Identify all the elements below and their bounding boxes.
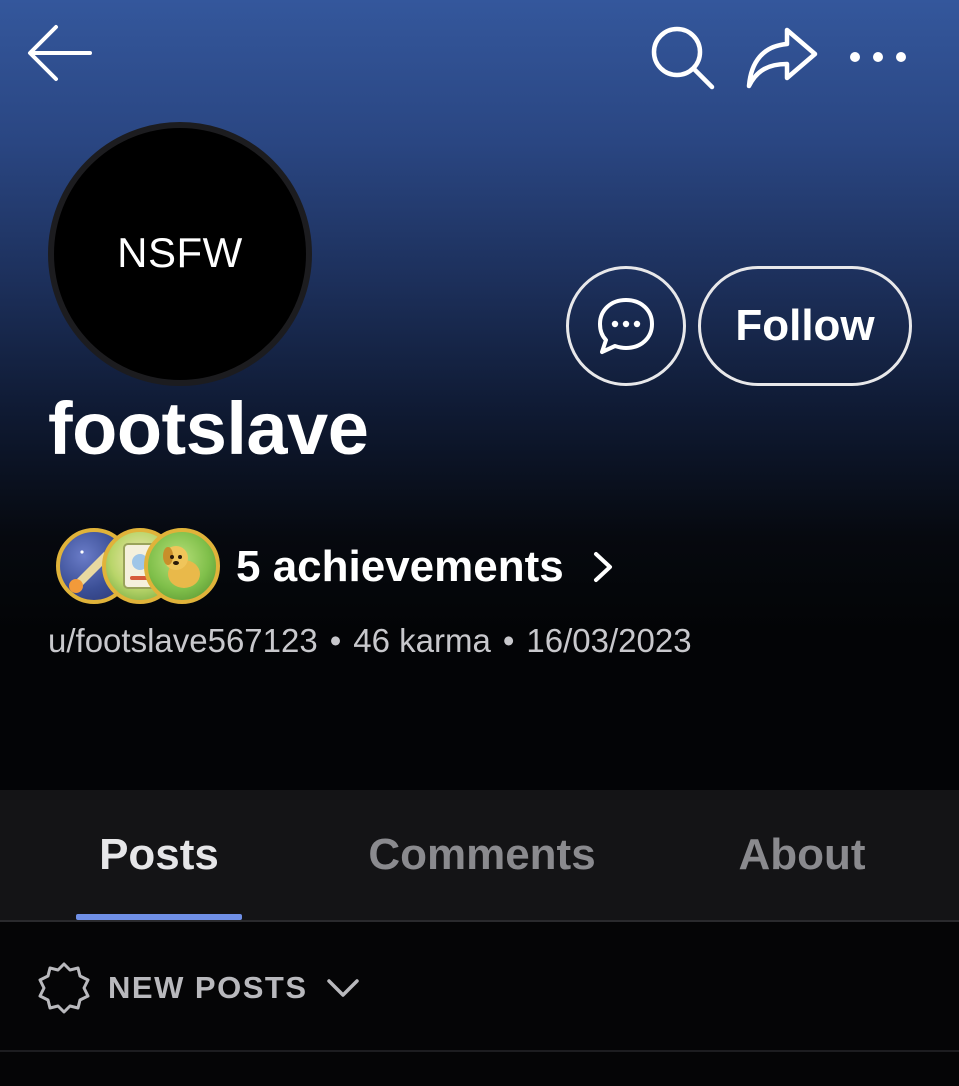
search-button[interactable]: [640, 18, 724, 96]
tab-about[interactable]: About: [712, 790, 892, 920]
active-tab-indicator: [76, 914, 242, 920]
more-options-button[interactable]: [838, 26, 918, 88]
share-button[interactable]: [740, 20, 824, 94]
chevron-down-icon: [326, 977, 360, 999]
sort-bar: NEW POSTS: [0, 922, 959, 1052]
sort-dropdown[interactable]: NEW POSTS: [34, 954, 360, 1022]
profile-joined-date: 16/03/2023: [526, 622, 692, 659]
more-horizontal-icon: [850, 52, 906, 62]
achievements-row[interactable]: 5 achievements: [56, 526, 614, 608]
chevron-right-icon: [592, 550, 614, 584]
meta-separator: •: [502, 622, 515, 659]
avatar-label: NSFW: [117, 229, 243, 276]
follow-button[interactable]: Follow: [698, 266, 912, 386]
profile-page: NSFW Follow footslave 5 achievements u/f…: [0, 0, 959, 1086]
profile-meta: u/footslave567123 • 46 karma • 16/03/202…: [48, 622, 692, 660]
tab-comments[interactable]: Comments: [340, 790, 624, 920]
arrow-left-icon: [28, 25, 92, 81]
achievement-badges: [56, 526, 222, 608]
back-button[interactable]: [18, 14, 102, 92]
chat-bubble-icon: [598, 298, 654, 354]
avatar[interactable]: NSFW: [48, 122, 312, 386]
profile-tabs: Posts Comments About: [0, 790, 959, 922]
feed-area: [0, 1052, 959, 1086]
meta-separator: •: [329, 622, 342, 659]
achievement-badge-dog-icon: [144, 528, 220, 604]
profile-karma: 46 karma: [353, 622, 491, 659]
achievements-label: 5 achievements: [236, 542, 564, 591]
profile-display-name: footslave: [48, 387, 369, 470]
share-icon: [746, 27, 818, 89]
profile-username: u/footslave567123: [48, 622, 318, 659]
search-icon: [651, 26, 715, 90]
sort-label: NEW POSTS: [108, 970, 308, 1005]
badge-star-icon: [38, 962, 90, 1014]
start-chat-button[interactable]: [566, 266, 686, 386]
tab-posts[interactable]: Posts: [76, 790, 242, 920]
